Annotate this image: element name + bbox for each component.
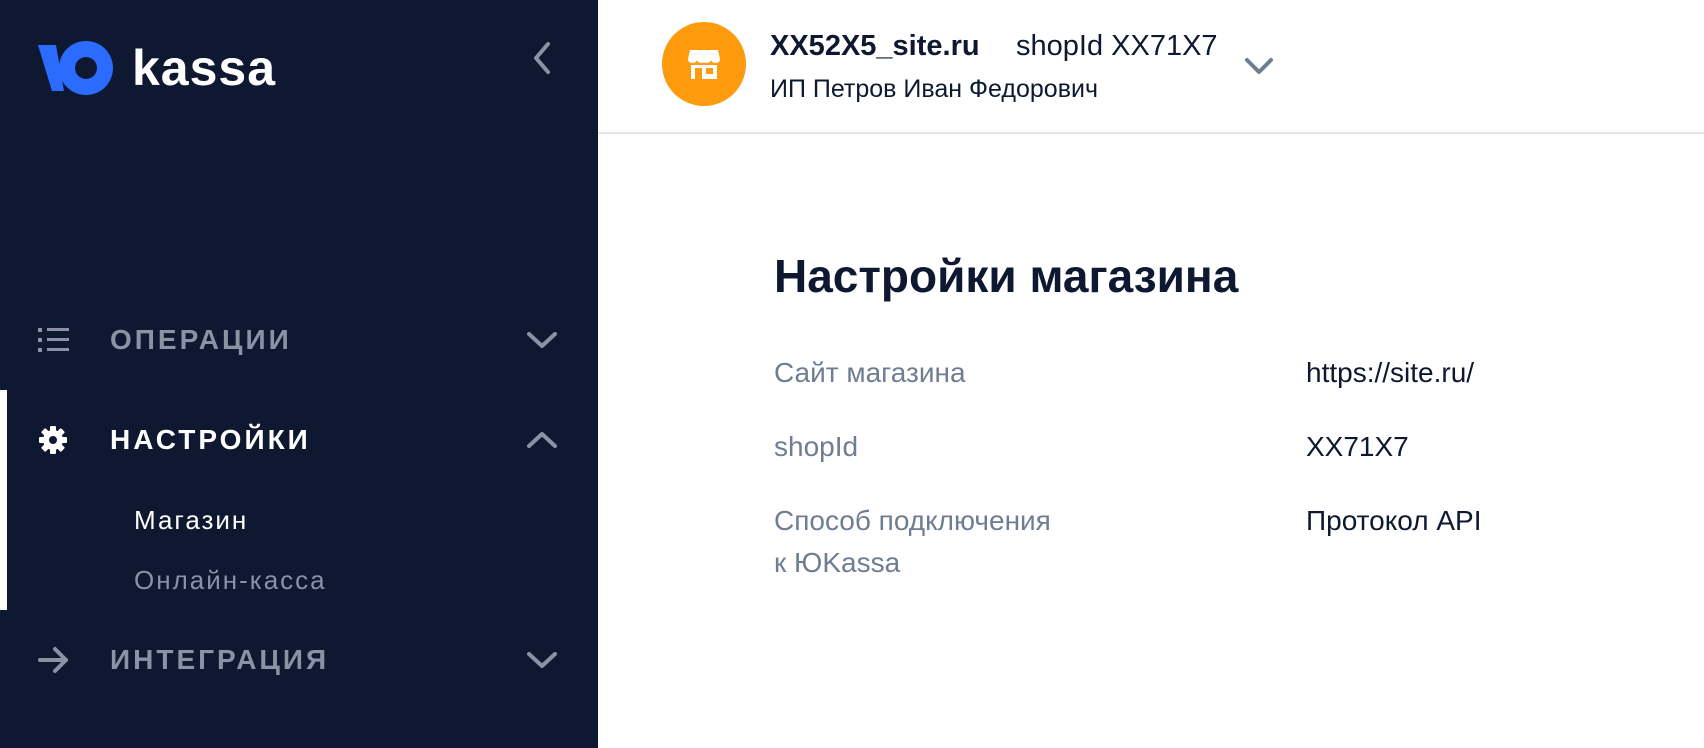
chevron-down-icon (527, 332, 557, 348)
logo[interactable]: kassa (38, 38, 276, 98)
arrow-right-icon (38, 647, 68, 673)
chevron-left-icon (534, 42, 550, 74)
page-title: Настройки магазина (774, 250, 1239, 302)
yoomoney-logo-icon (38, 41, 113, 95)
sidebar-item-settings[interactable]: НАСТРОЙКИ (0, 410, 598, 470)
field-label-site: Сайт магазина (774, 357, 966, 388)
sidebar: kassa ОПЕРАЦИИ НАСТРОЙКИ Магазин Онлайн-… (0, 0, 598, 748)
shop-switcher-button[interactable] (1242, 48, 1276, 82)
shop-avatar[interactable] (662, 22, 746, 106)
store-icon (688, 50, 720, 79)
shop-header: XX52X5_site.ru shopId XX71X7 ИП Петров И… (598, 0, 1704, 134)
chevron-down-icon (1245, 58, 1273, 74)
collapse-sidebar-button[interactable] (526, 40, 558, 76)
field-value-connection-method: Протокол API (1306, 505, 1482, 536)
field-value-shopid: XX71X7 (1306, 431, 1409, 462)
shop-owner: ИП Петров Иван Федорович (770, 75, 1098, 103)
field-label-connection-method: Способ подключения к ЮKassa (774, 500, 1174, 584)
logo-text: kassa (132, 40, 277, 96)
sidebar-item-label: НАСТРОЙКИ (110, 424, 311, 455)
list-icon (38, 328, 69, 352)
sidebar-item-operations[interactable]: ОПЕРАЦИИ (0, 310, 598, 370)
field-label-shopid: shopId (774, 431, 859, 462)
sidebar-item-label: ИНТЕГРАЦИЯ (110, 644, 330, 675)
sidebar-item-integration[interactable]: ИНТЕГРАЦИЯ (0, 630, 598, 690)
field-label-line: к ЮKassa (774, 547, 901, 578)
sidebar-subitem-online-kassa[interactable]: Онлайн-касса (134, 565, 327, 596)
sidebar-subitem-shop[interactable]: Магазин (134, 505, 248, 536)
chevron-down-icon (527, 652, 557, 668)
shop-id: shopId XX71X7 (1016, 30, 1218, 62)
shop-name: XX52X5_site.ru (770, 30, 980, 62)
field-label-line: Способ подключения (774, 505, 1051, 536)
gear-icon (39, 426, 67, 454)
field-value-site: https://site.ru/ (1306, 357, 1475, 388)
sidebar-item-label: ОПЕРАЦИИ (110, 324, 292, 355)
chevron-up-icon (527, 432, 557, 448)
